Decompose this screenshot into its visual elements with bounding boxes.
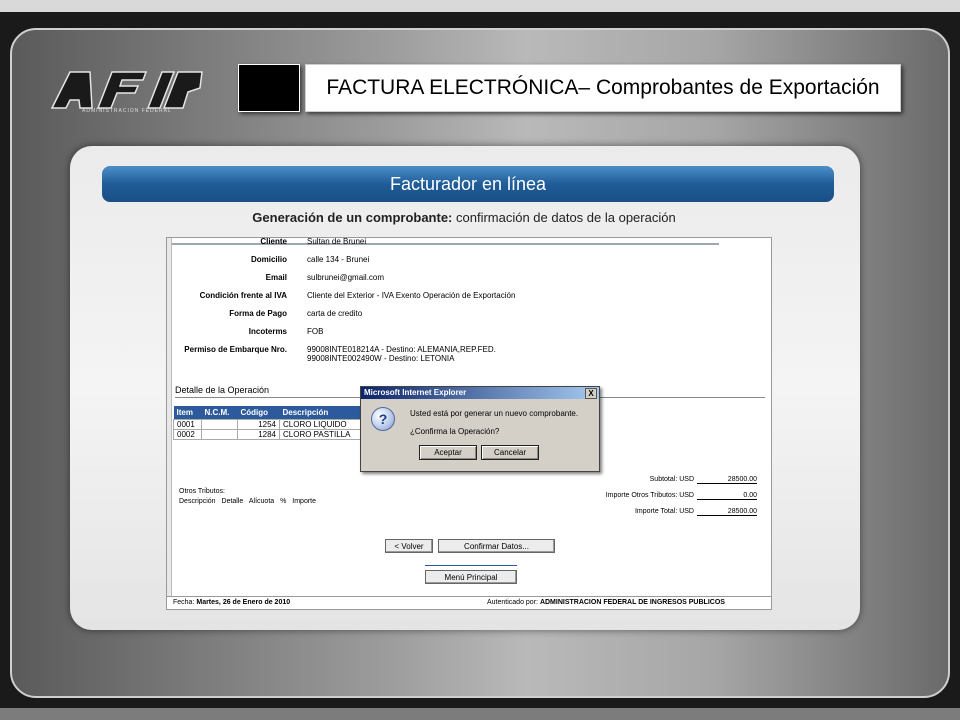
menu-divider — [425, 565, 517, 566]
aceptar-button[interactable]: Aceptar — [419, 445, 477, 460]
field-value: 99008INTE002490W - Destino: LETONIA — [307, 354, 455, 363]
table-cell: 0002 — [173, 429, 202, 440]
subtitle-bold: Generación de un comprobante: — [252, 210, 453, 225]
table-cell: 1284 — [237, 429, 280, 440]
footer-auth: Autenticado por: ADMINISTRACION FEDERAL … — [487, 599, 725, 606]
detalle-label: Detalle de la Operación — [175, 385, 270, 395]
auth-label: Autenticado por: — [487, 599, 540, 606]
col-header: Descripción — [279, 406, 366, 420]
subtotal-value: 28500.00 — [697, 476, 757, 484]
table-cell: CLORO LIQUIDO — [279, 419, 366, 430]
items-table: Item N.C.M. Código Descripción 0001 1254… — [173, 406, 366, 440]
field-value: Sultan de Brunei — [307, 237, 367, 246]
field-label: Incoterms — [248, 327, 287, 336]
auth-value: ADMINISTRACION FEDERAL DE INGRESOS PUBLI… — [539, 599, 725, 606]
subtotal-label: Subtotal: USD — [649, 476, 694, 483]
otros-tributos-columns: Descripción Detalle Alícuota % Importe — [179, 498, 316, 505]
dialog-title: Microsoft Internet Explorer — [364, 388, 467, 397]
footer-fecha: Fecha: Martes, 26 de Enero de 2010 — [173, 599, 290, 606]
close-icon[interactable]: X — [585, 388, 597, 399]
field-value: sulbrunei@gmail.com — [307, 273, 385, 282]
field-value: carta de credito — [307, 309, 363, 318]
col-header: Código — [237, 406, 280, 420]
table-cell — [201, 429, 238, 440]
field-label: Email — [265, 273, 287, 282]
otros-label: Importe Otros Tributos: USD — [605, 492, 694, 499]
confirm-dialog: Microsoft Internet Explorer X ? Usted es… — [360, 386, 600, 472]
logo-subtext: ADMINISTRACION FEDERAL — [82, 108, 172, 114]
col-header: N.C.M. — [201, 406, 238, 420]
total-value: 28500.00 — [697, 508, 757, 516]
field-label: Condición frente al IVA — [199, 291, 287, 300]
field-label: Domicilio — [250, 255, 287, 264]
fecha-value: Martes, 26 de Enero de 2010 — [196, 599, 291, 606]
field-value: Cliente del Exterior - IVA Exento Operac… — [307, 291, 516, 300]
dialog-titlebar[interactable]: Microsoft Internet Explorer X — [361, 387, 599, 399]
dialog-message: Usted está por generar un nuevo comproba… — [410, 409, 579, 418]
afip-logo: ADMINISTRACION FEDERAL — [50, 68, 210, 120]
panel-title-bar: Facturador en línea — [102, 166, 834, 202]
table-row: 0001 1254 CLORO LIQUIDO — [173, 419, 366, 430]
otros-value: 0.00 — [697, 492, 757, 500]
menu-principal-button[interactable]: Menú Principal — [425, 570, 517, 584]
table-cell: 1254 — [237, 419, 280, 430]
bottom-strip — [0, 708, 960, 720]
dialog-question: ¿Confirma la Operación? — [410, 427, 500, 436]
table-row: 0002 1284 CLORO PASTILLA — [173, 429, 366, 440]
confirmar-datos-button[interactable]: Confirmar Datos... — [438, 539, 555, 553]
field-value: 99008INTE018214A - Destino: ALEMANIA,REP… — [307, 345, 496, 354]
fecha-label: Fecha: — [173, 599, 197, 606]
volver-button[interactable]: < Volver — [385, 539, 433, 553]
col-header: Item — [173, 406, 202, 420]
table-cell: CLORO PASTILLA — [279, 429, 366, 440]
field-value: calle 134 - Brunei — [307, 255, 370, 264]
subtitle-rest: confirmación de datos de la operación — [452, 210, 676, 225]
slide-title: FACTURA ELECTRÓNICA– Comprobantes de Exp… — [305, 64, 901, 112]
panel-subtitle: Generación de un comprobante: confirmaci… — [102, 210, 826, 225]
field-value: FOB — [307, 327, 324, 336]
table-cell: 0001 — [173, 419, 202, 430]
otros-tributos-title: Otros Tributos: — [179, 488, 225, 495]
cancelar-button[interactable]: Cancelar — [481, 445, 539, 460]
header-black-block — [238, 64, 300, 112]
table-cell — [201, 419, 238, 430]
field-label: Forma de Pago — [229, 309, 287, 318]
field-label: Cliente — [260, 237, 287, 246]
table-header-row: Item N.C.M. Código Descripción — [173, 406, 366, 420]
top-strip — [0, 0, 960, 12]
status-footer: Fecha: Martes, 26 de Enero de 2010 Auten… — [167, 596, 771, 609]
total-label: Importe Total: USD — [634, 508, 694, 515]
field-label: Permiso de Embarque Nro. — [184, 345, 287, 354]
question-icon: ? — [371, 407, 395, 431]
